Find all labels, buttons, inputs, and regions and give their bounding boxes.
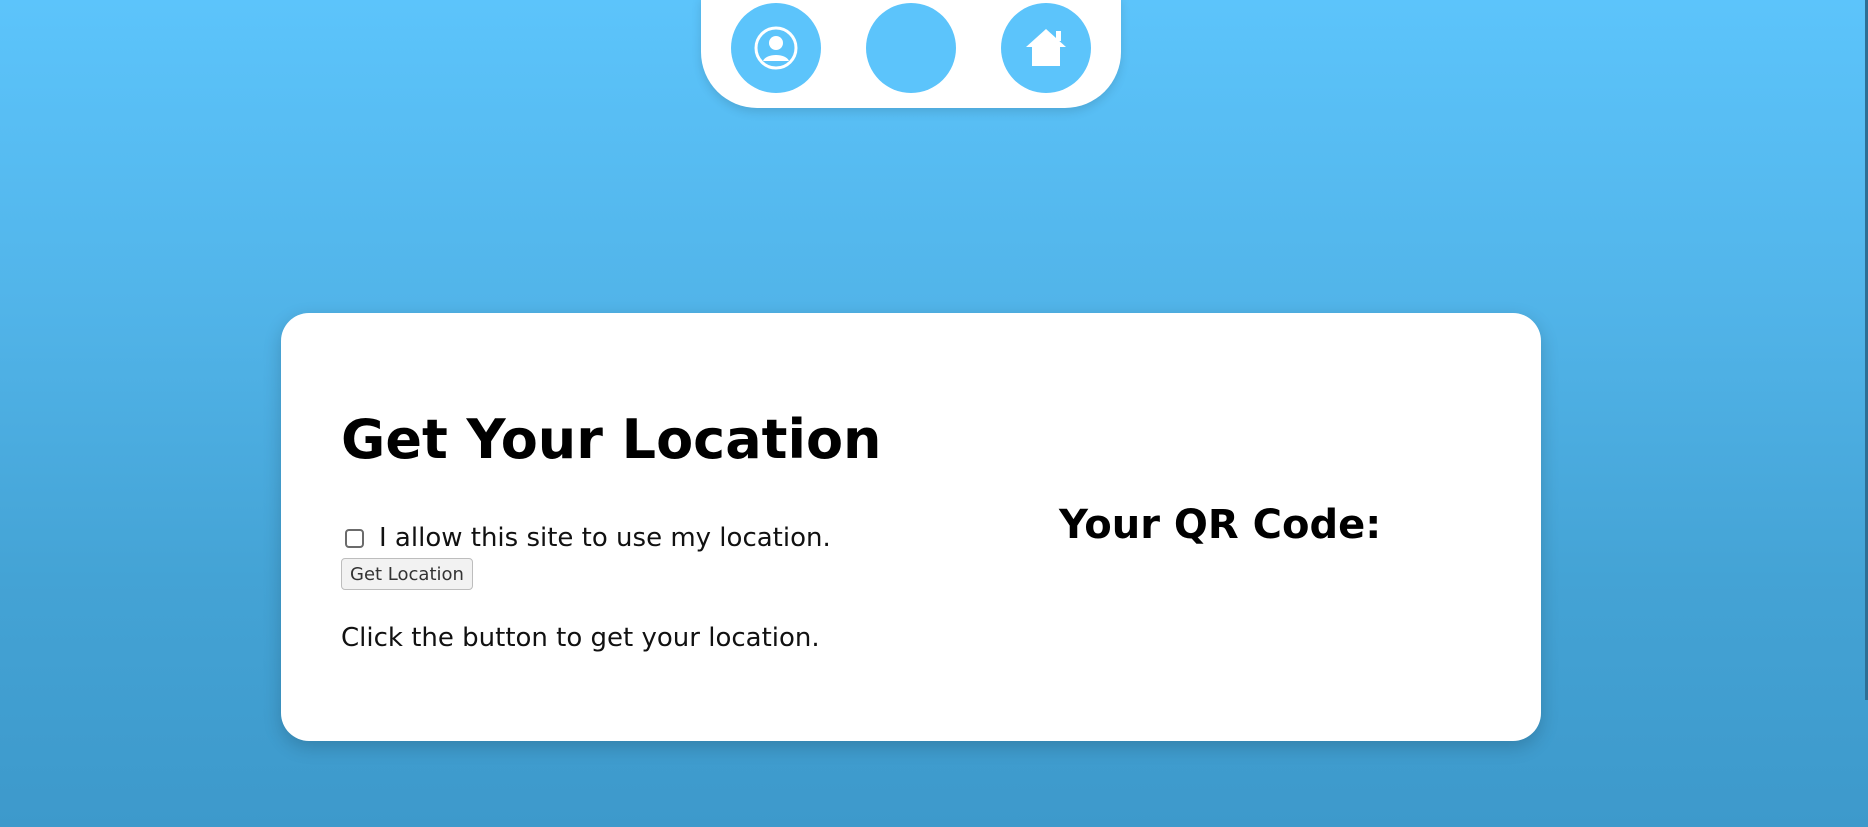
location-consent[interactable]: I allow this site to use my location. [345, 523, 831, 553]
user-circle-icon [754, 26, 798, 70]
home-icon [1026, 29, 1066, 66]
profile-button[interactable] [731, 3, 821, 93]
location-card: Get Your Location I allow this site to u… [281, 313, 1541, 741]
status-text: Click the button to get your location. [341, 623, 820, 653]
get-location-button[interactable]: Get Location [341, 558, 473, 590]
top-nav-bar [701, 0, 1121, 108]
blank-nav-button[interactable] [866, 3, 956, 93]
consent-label: I allow this site to use my location. [379, 523, 831, 553]
qr-code-heading: Your QR Code: [1059, 502, 1382, 548]
home-button[interactable] [1001, 3, 1091, 93]
page-title: Get Your Location [341, 408, 882, 471]
consent-checkbox[interactable] [345, 528, 364, 548]
